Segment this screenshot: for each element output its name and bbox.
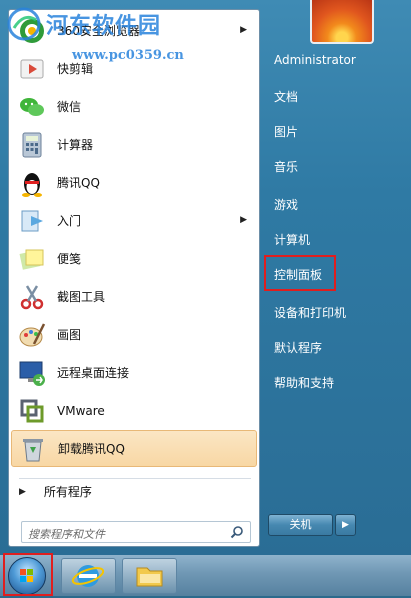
taskbar — [0, 555, 411, 596]
all-programs-label: 所有程序 — [43, 485, 92, 499]
right-item-devices-printers[interactable]: 设备和打印机 — [274, 304, 346, 321]
right-item-default-programs[interactable]: 默认程序 — [274, 339, 322, 356]
internet-explorer-icon — [71, 565, 105, 587]
program-label: VMware — [57, 403, 105, 418]
uninstall-icon — [23, 438, 43, 461]
right-item-documents[interactable]: 文档 — [274, 88, 298, 105]
start-menu: 360安全浏览器 ▶ 快剪辑 微信 计算器 腾讯QQ 入门 ▶ 便笺 截图工具 … — [0, 0, 411, 555]
program-item-360-browser[interactable]: 360安全浏览器 ▶ — [11, 12, 257, 49]
program-item-uninstall-qq[interactable]: 卸载腾讯QQ — [11, 430, 257, 467]
search-placeholder: 搜索程序和文件 — [28, 528, 105, 541]
taskbar-internet-explorer[interactable] — [61, 558, 116, 594]
programs-pane: 360安全浏览器 ▶ 快剪辑 微信 计算器 腾讯QQ 入门 ▶ 便笺 截图工具 … — [8, 9, 260, 547]
program-item-qq[interactable]: 腾讯QQ — [11, 164, 257, 201]
submenu-arrow-icon: ▶ — [240, 215, 247, 225]
program-item-getting-started[interactable]: 入门 ▶ — [11, 202, 257, 239]
vmware-icon — [20, 399, 44, 422]
wechat-icon — [20, 97, 44, 116]
right-item-administrator[interactable]: Administrator — [274, 53, 356, 67]
program-item-snipping-tool[interactable]: 截图工具 — [11, 278, 257, 315]
program-label: 截图工具 — [57, 290, 106, 304]
windows-explorer-icon — [136, 567, 163, 587]
taskbar-windows-explorer[interactable] — [122, 558, 177, 594]
divider — [19, 478, 251, 479]
program-label: 微信 — [57, 100, 82, 114]
program-label: 快剪辑 — [57, 62, 94, 76]
360-browser-icon — [20, 18, 44, 43]
program-label: 卸载腾讯QQ — [58, 442, 125, 456]
remote-desktop-icon — [19, 361, 45, 386]
snipping-tool-icon — [20, 284, 44, 309]
user-picture-avatar[interactable] — [310, 0, 374, 44]
qq-penguin-icon — [22, 172, 42, 197]
program-item-vmware[interactable]: VMware — [11, 392, 257, 429]
calculator-icon — [22, 132, 42, 157]
program-label: 腾讯QQ — [57, 176, 100, 190]
program-item-calculator[interactable]: 计算器 — [11, 126, 257, 163]
program-label: 远程桌面连接 — [57, 366, 130, 380]
search-icon[interactable] — [230, 525, 244, 539]
shutdown-options-arrow-icon[interactable]: ▶ — [335, 514, 356, 536]
program-label: 画图 — [57, 328, 82, 342]
program-label: 计算器 — [57, 138, 94, 152]
program-item-wechat[interactable]: 微信 — [11, 88, 257, 125]
right-item-pictures[interactable]: 图片 — [274, 123, 298, 140]
program-item-remote-desktop[interactable]: 远程桌面连接 — [11, 354, 257, 391]
paint-icon — [19, 322, 46, 346]
video-edit-icon — [20, 59, 44, 78]
right-item-music[interactable]: 音乐 — [274, 158, 298, 175]
right-item-help-support[interactable]: 帮助和支持 — [274, 374, 334, 391]
program-label: 360安全浏览器 — [57, 24, 140, 38]
all-programs-button[interactable]: ▶ 所有程序 — [19, 483, 92, 500]
shutdown-button[interactable]: 关机 — [268, 514, 333, 536]
sticky-notes-icon — [19, 249, 44, 270]
program-label: 入门 — [57, 214, 82, 228]
submenu-arrow-icon: ▶ — [240, 25, 247, 35]
getting-started-icon — [21, 210, 43, 231]
expand-arrow-icon: ▶ — [19, 486, 26, 497]
control-panel-highlight-box — [264, 255, 336, 291]
program-label: 便笺 — [57, 252, 82, 266]
program-item-video-edit[interactable]: 快剪辑 — [11, 50, 257, 87]
program-item-paint[interactable]: 画图 — [11, 316, 257, 353]
search-input[interactable]: 搜索程序和文件 — [21, 521, 251, 543]
program-item-sticky-notes[interactable]: 便笺 — [11, 240, 257, 277]
right-item-computer[interactable]: 计算机 — [274, 231, 310, 248]
right-item-games[interactable]: 游戏 — [274, 196, 298, 213]
start-button-highlight-box — [3, 553, 53, 596]
